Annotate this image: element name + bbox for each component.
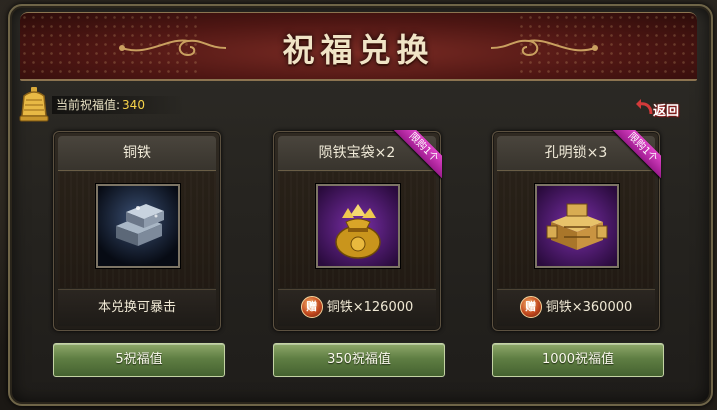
bless-value-display: 当前祝福值: 340 bbox=[52, 96, 185, 114]
card-item-name: 陨铁宝袋×2 bbox=[278, 136, 436, 171]
gift-badge-icon: 赠 bbox=[519, 295, 542, 318]
item-slot[interactable] bbox=[316, 184, 400, 268]
card-body bbox=[58, 172, 216, 288]
golden-bell-icon bbox=[19, 87, 49, 122]
gift-badge-icon: 赠 bbox=[300, 295, 323, 318]
bless-value-number: 340 bbox=[122, 98, 145, 112]
card-body bbox=[497, 172, 655, 288]
exchange-card-meteor-iron-bag: 陨铁宝袋×2 赠铜铁×126000 限购1个 bbox=[273, 130, 442, 331]
bronze-iron-ingot-icon bbox=[98, 186, 178, 266]
kongming-lock-icon bbox=[537, 186, 617, 266]
card-footer-text: 铜铁×126000 bbox=[326, 300, 414, 315]
exchange-button-bronze-iron[interactable]: 5祝福值 bbox=[53, 343, 225, 377]
card-footer: 赠铜铁×126000 bbox=[278, 289, 436, 326]
return-label: 返回 bbox=[653, 104, 680, 119]
return-button[interactable]: 返回 bbox=[633, 96, 693, 120]
exchange-button-meteor-iron-bag[interactable]: 350祝福值 bbox=[273, 343, 445, 377]
card-item-name: 孔明锁×3 bbox=[497, 136, 655, 171]
card-footer-text: 铜铁×360000 bbox=[545, 300, 633, 315]
item-slot[interactable] bbox=[96, 184, 180, 268]
exchange-button-kongming-lock[interactable]: 1000祝福值 bbox=[492, 343, 664, 377]
exchange-card-bronze-iron: 铜铁 本兑换可暴击 bbox=[53, 131, 221, 331]
title-banner: 祝福兑换 bbox=[20, 12, 697, 81]
card-footer-text: 本兑换可暴击 bbox=[97, 300, 176, 315]
bless-value-row: 当前祝福值: 340 bbox=[18, 86, 418, 122]
meteor-iron-bag-icon bbox=[318, 186, 398, 266]
card-body bbox=[278, 172, 436, 288]
card-item-name: 铜铁 bbox=[58, 136, 216, 171]
item-slot[interactable] bbox=[535, 184, 619, 268]
window-title: 祝福兑换 bbox=[282, 31, 435, 69]
card-footer: 赠铜铁×360000 bbox=[497, 289, 655, 326]
card-footer: 本兑换可暴击 bbox=[58, 289, 216, 326]
bless-value-label: 当前祝福值: bbox=[56, 98, 121, 112]
exchange-card-kongming-lock: 孔明锁×3 赠铜铁×360000 限购1个 bbox=[492, 130, 661, 331]
